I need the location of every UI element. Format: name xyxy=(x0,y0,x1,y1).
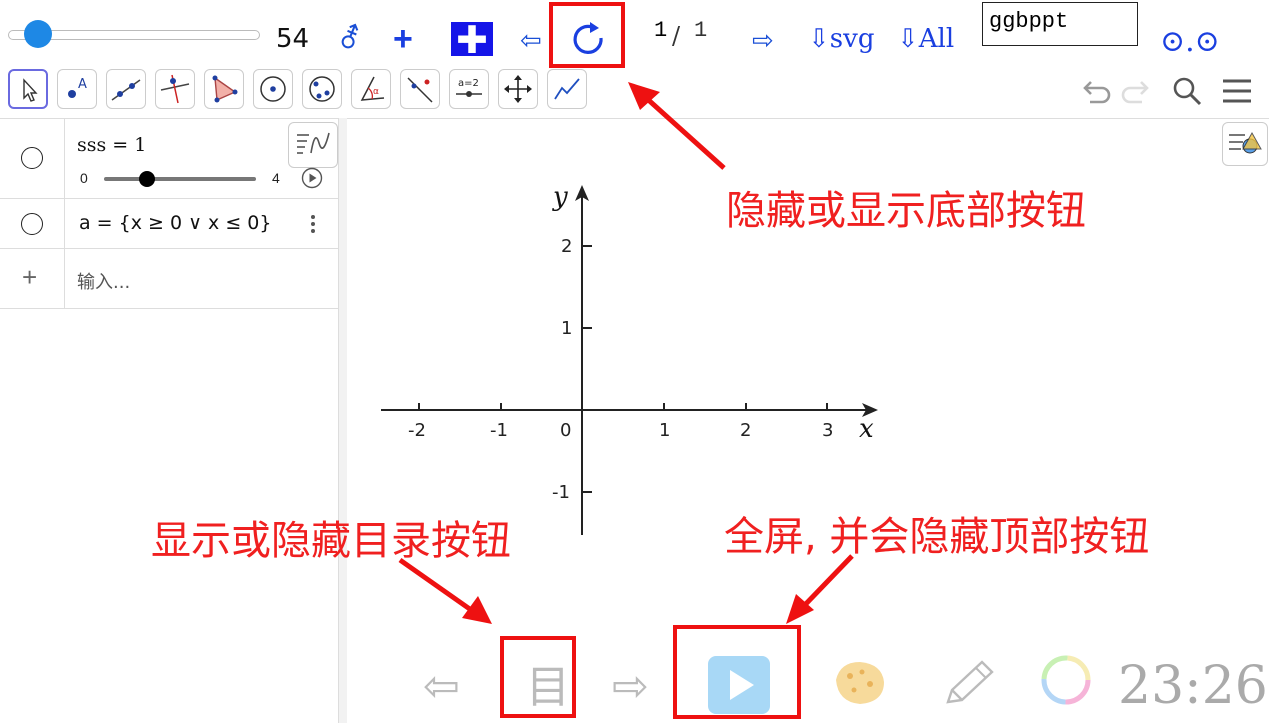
left-annotation: 显示或隐藏目录按钮 xyxy=(151,518,511,564)
annotation-arrows xyxy=(398,82,854,624)
right-annotation: 全屏, 并会隐藏顶部按钮 xyxy=(724,514,1150,560)
top-annotation: 隐藏或显示底部按钮 xyxy=(726,188,1086,234)
